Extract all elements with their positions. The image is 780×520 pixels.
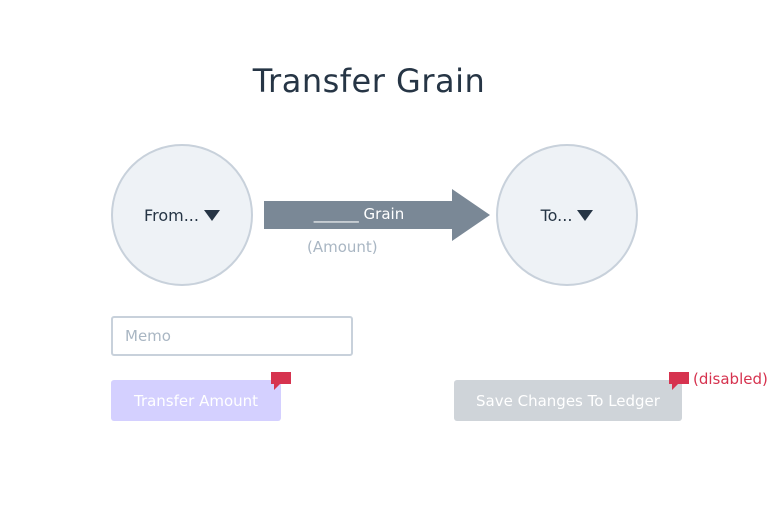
caret-down-icon <box>203 209 220 221</box>
page-title: Transfer Grain <box>252 62 486 100</box>
from-account-label: From... <box>144 205 199 225</box>
disabled-annotation: (disabled) <box>693 370 768 388</box>
transfer-amount-button[interactable]: Transfer Amount <box>111 380 281 421</box>
amount-hint: (Amount) <box>307 238 378 256</box>
save-changes-button[interactable]: Save Changes To Ledger <box>454 380 682 421</box>
to-account-selector[interactable]: To... <box>496 144 638 286</box>
from-account-selector[interactable]: From... <box>111 144 253 286</box>
amount-field-label[interactable]: ______ Grain <box>264 205 454 223</box>
caret-down-icon <box>577 209 594 221</box>
to-account-label: To... <box>540 205 573 225</box>
memo-input[interactable] <box>111 316 353 356</box>
comment-icon <box>271 372 291 390</box>
comment-icon <box>669 372 689 390</box>
